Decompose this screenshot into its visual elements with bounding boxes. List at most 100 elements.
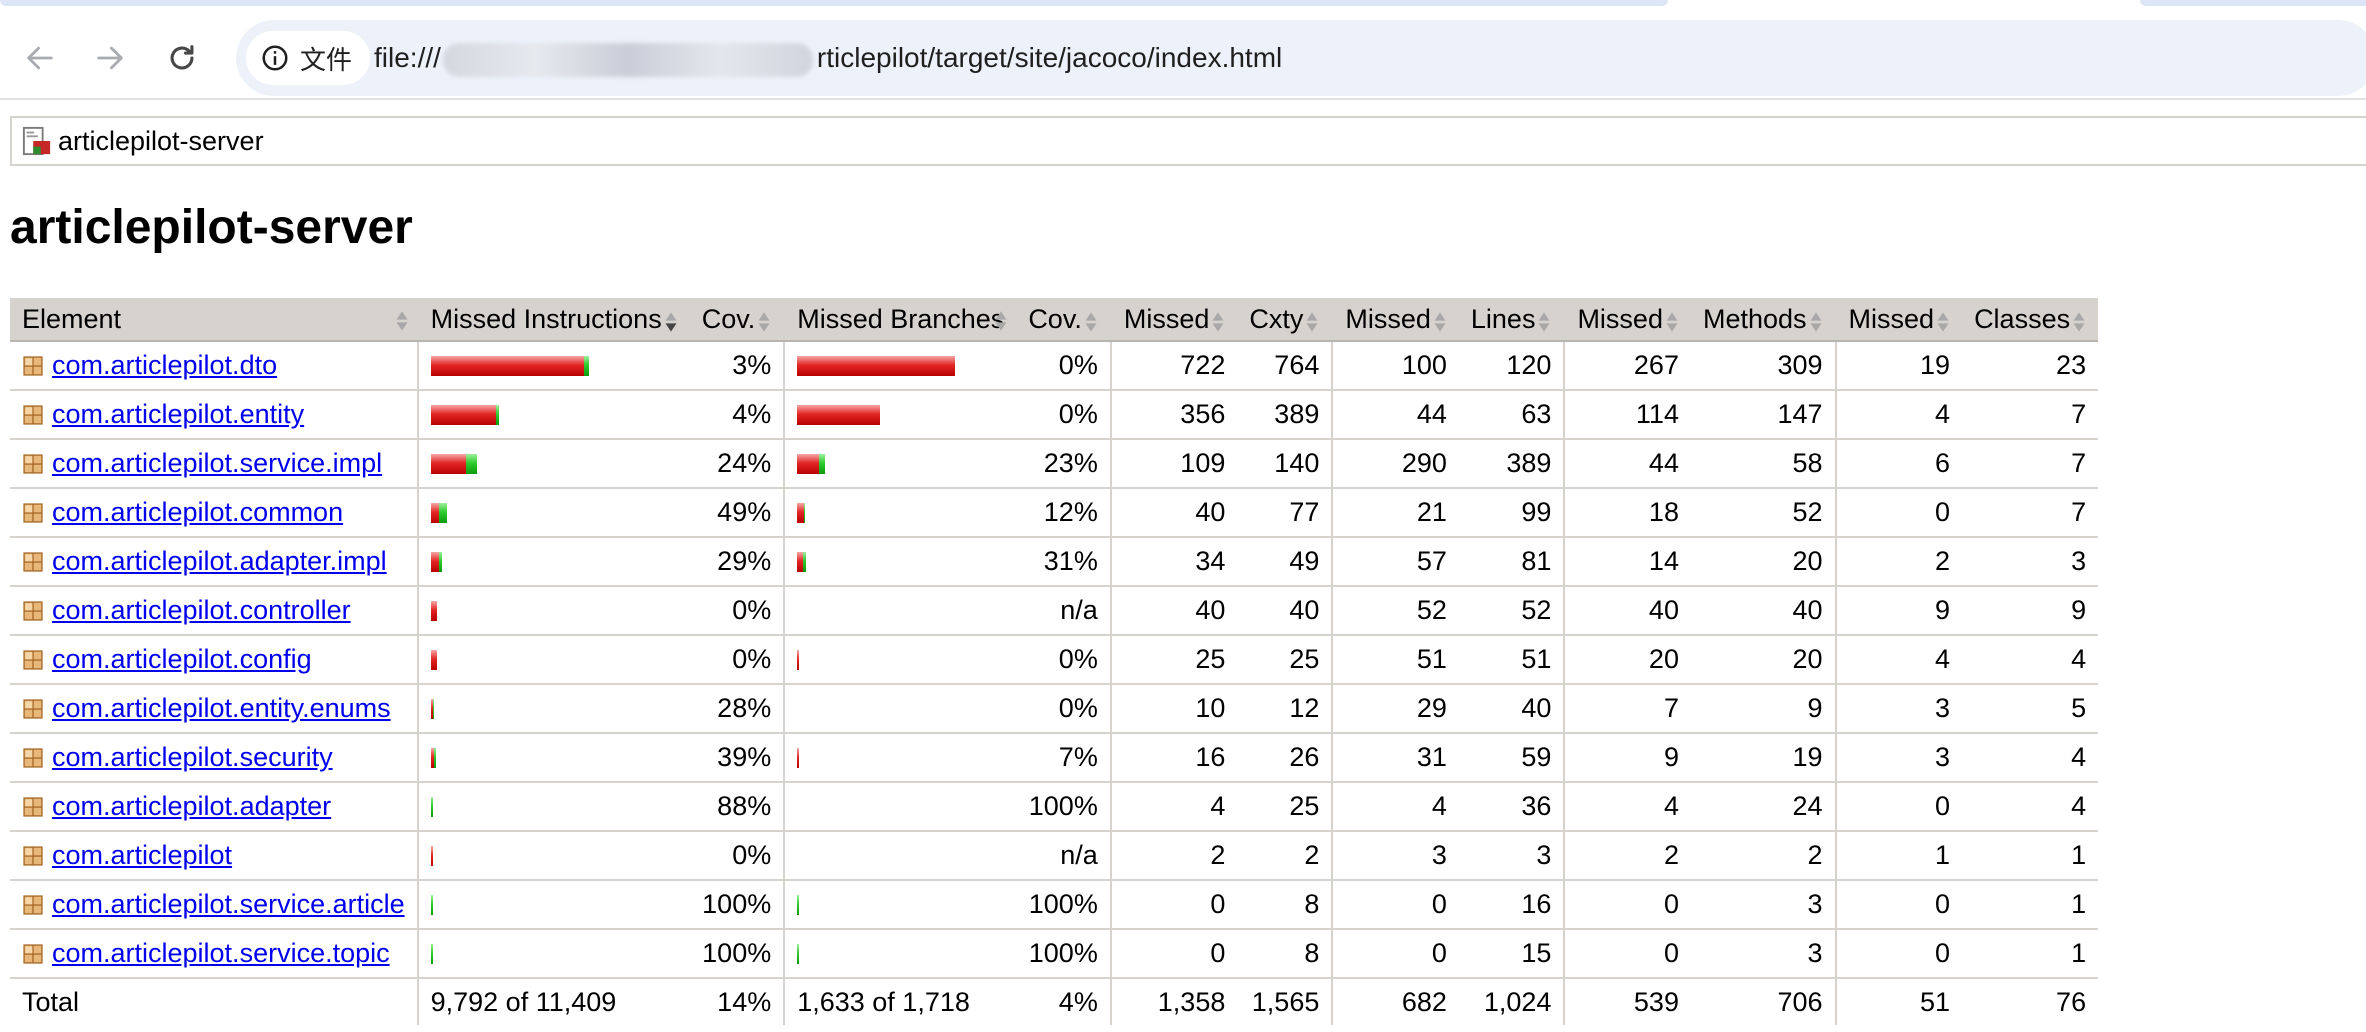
package-link[interactable]: com.articlepilot.security — [52, 742, 333, 773]
branches-bar-cell — [783, 880, 1017, 930]
header-classes[interactable]: Classes — [1962, 298, 2099, 342]
missed-cxty: 25 — [1109, 635, 1238, 685]
package-link[interactable]: com.articlepilot.dto — [52, 350, 277, 381]
missed-lines: 57 — [1331, 537, 1459, 587]
address-bar[interactable]: 文件 file:/// rticlepilot/target/site/jacoc… — [236, 20, 2366, 96]
instructions-bar-cell — [416, 684, 690, 734]
cxty: 77 — [1237, 488, 1333, 538]
branches-cov: 0% — [1016, 390, 1111, 440]
package-link[interactable]: com.articlepilot.service.article — [52, 889, 405, 920]
methods: 58 — [1690, 439, 1836, 489]
instructions-cov: 0% — [689, 831, 785, 881]
header-instructions-cov[interactable]: Cov. — [689, 298, 785, 342]
classes: 7 — [1962, 390, 2099, 440]
header-missed-branches[interactable]: Missed Branches — [783, 298, 1017, 342]
header-missed-instructions[interactable]: Missed Instructions — [416, 298, 690, 342]
instructions-coverage-bar — [430, 845, 678, 866]
lines: 63 — [1458, 390, 1565, 440]
package-link[interactable]: com.articlepilot.service.topic — [52, 938, 390, 969]
missed-classes: 0 — [1834, 880, 1963, 930]
lines: 389 — [1458, 439, 1565, 489]
covered-bar-segment — [583, 355, 589, 376]
element-cell: com.articlepilot.service.topic — [10, 929, 418, 979]
missed-lines: 51 — [1331, 635, 1459, 685]
branches-bar-cell — [783, 341, 1017, 391]
element-cell: com.articlepilot.dto — [10, 341, 418, 391]
lines: 36 — [1458, 782, 1565, 832]
methods: 3 — [1690, 929, 1836, 979]
header-missed-lines[interactable]: Missed — [1331, 298, 1459, 342]
package-link[interactable]: com.articlepilot.service.impl — [52, 448, 382, 479]
package-link[interactable]: com.articlepilot.controller — [52, 595, 351, 626]
missed-classes: 3 — [1834, 684, 1963, 734]
package-link[interactable]: com.articlepilot.entity — [52, 399, 304, 430]
instructions-cov: 24% — [689, 439, 785, 489]
header-methods[interactable]: Methods — [1690, 298, 1836, 342]
instructions-cov: 49% — [689, 488, 785, 538]
url-text[interactable]: file:/// rticlepilot/target/site/jacoco/i… — [374, 20, 1282, 96]
instructions-coverage-bar — [430, 404, 678, 425]
url-prefix: file:/// — [374, 42, 441, 73]
branches-cov: 0% — [1016, 635, 1111, 685]
lines: 59 — [1458, 733, 1565, 783]
methods: 20 — [1690, 635, 1836, 685]
missed-bar-segment — [430, 551, 439, 572]
cxty: 8 — [1237, 880, 1333, 930]
browser-toolbar: 文件 file:/// rticlepilot/target/site/jacoc… — [0, 6, 2366, 98]
package-link[interactable]: com.articlepilot.entity.enums — [52, 693, 391, 724]
missed-methods: 2 — [1563, 831, 1691, 881]
methods: 20 — [1690, 537, 1836, 587]
missed-classes: 0 — [1834, 488, 1963, 538]
lines: 40 — [1458, 684, 1565, 734]
instructions-cov: 3% — [689, 341, 785, 391]
instructions-cov: 0% — [689, 635, 785, 685]
missed-methods: 40 — [1563, 586, 1691, 636]
branches-bar-cell — [783, 586, 1017, 636]
instructions-cov: 100% — [689, 929, 785, 979]
missed-methods: 18 — [1563, 488, 1691, 538]
branches-coverage-bar — [797, 404, 1004, 425]
package-link[interactable]: com.articlepilot.adapter — [52, 791, 331, 822]
breadcrumb-label: articlepilot-server — [58, 125, 264, 156]
total-instructions-cov: 14% — [717, 986, 772, 1017]
sort-icon — [994, 308, 1008, 331]
header-cxty[interactable]: Cxty — [1237, 298, 1333, 342]
total-classes: 76 — [2056, 986, 2087, 1017]
package-icon — [23, 453, 43, 474]
reload-button[interactable] — [152, 28, 212, 88]
branches-cov: 0% — [1016, 341, 1111, 391]
package-icon — [23, 796, 43, 817]
header-missed-cxty[interactable]: Missed — [1109, 298, 1238, 342]
classes: 4 — [1962, 733, 2099, 783]
cxty: 2 — [1237, 831, 1333, 881]
lines: 16 — [1458, 880, 1565, 930]
covered-bar-segment — [797, 943, 800, 964]
total-missed-lines: 682 — [1331, 978, 1459, 1025]
package-link[interactable]: com.articlepilot — [52, 840, 232, 871]
site-info-chip[interactable]: 文件 — [246, 31, 371, 85]
header-missed-methods[interactable]: Missed — [1563, 298, 1691, 342]
back-button[interactable] — [10, 28, 70, 88]
missed-methods: 44 — [1563, 439, 1691, 489]
missed-classes: 3 — [1834, 733, 1963, 783]
missed-classes: 4 — [1834, 390, 1963, 440]
covered-bar-segment — [430, 894, 433, 915]
cxty: 49 — [1237, 537, 1333, 587]
header-element[interactable]: Element — [10, 298, 418, 342]
header-branches-cov[interactable]: Cov. — [1016, 298, 1111, 342]
coverage-table: Element Missed Instructions Cov. Missed … — [10, 298, 2099, 1025]
package-link[interactable]: com.articlepilot.adapter.impl — [52, 546, 387, 577]
cxty: 8 — [1237, 929, 1333, 979]
instructions-coverage-bar — [430, 502, 678, 523]
forward-button[interactable] — [80, 28, 140, 88]
header-lines[interactable]: Lines — [1458, 298, 1565, 342]
instructions-bar-cell — [416, 880, 690, 930]
instructions-bar-cell — [416, 341, 690, 391]
element-cell: com.articlepilot.config — [10, 635, 418, 685]
package-link[interactable]: com.articlepilot.common — [52, 497, 343, 528]
info-circle-icon — [262, 45, 288, 71]
header-missed-classes[interactable]: Missed — [1834, 298, 1963, 342]
package-link[interactable]: com.articlepilot.config — [52, 644, 312, 675]
table-row: com.articlepilot.controller 0% n/a 40 40 52 5… — [10, 586, 2099, 636]
methods: 19 — [1690, 733, 1836, 783]
